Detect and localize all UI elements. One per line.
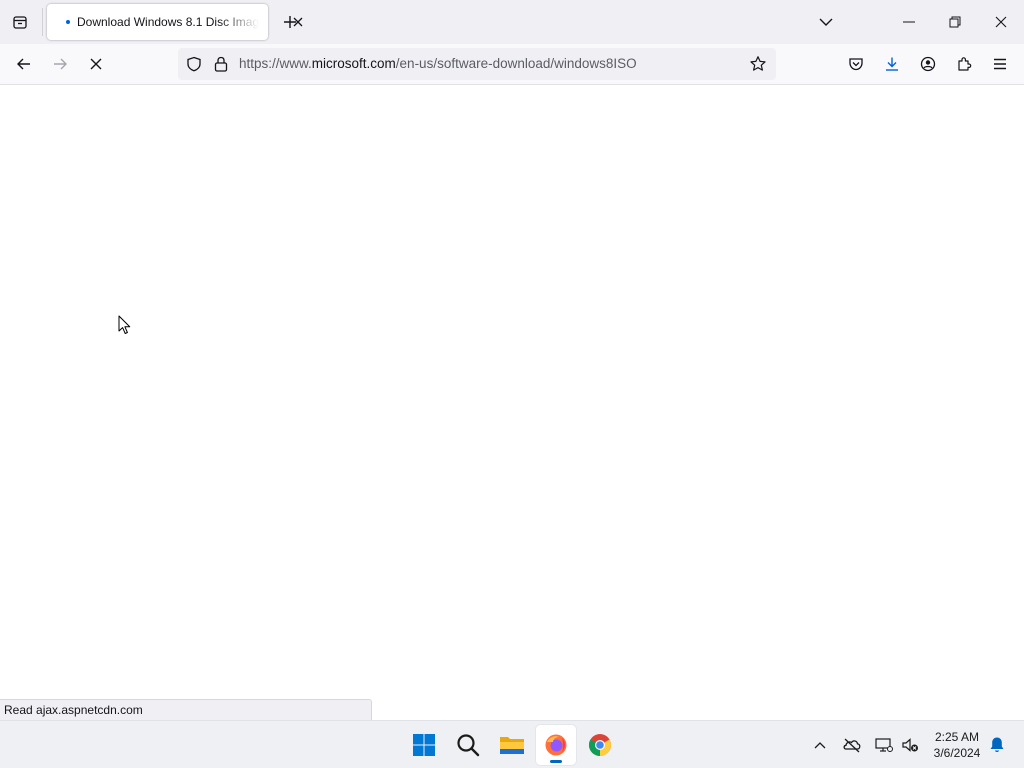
forward-icon bbox=[54, 58, 67, 70]
status-panel: Read ajax.aspnetcdn.com bbox=[0, 699, 372, 720]
restore-window-button[interactable] bbox=[932, 0, 978, 44]
url-domain: microsoft.com bbox=[311, 56, 396, 71]
search-icon bbox=[457, 734, 480, 757]
tab-strip: Download Windows 8.1 Disc Image (ISO Fil… bbox=[0, 0, 1024, 44]
minimize-icon bbox=[903, 21, 915, 23]
restore-icon bbox=[949, 16, 961, 28]
notification-bell-icon[interactable] bbox=[985, 733, 1009, 757]
mouse-cursor-icon bbox=[118, 315, 132, 335]
clock-time: 2:25 AM bbox=[934, 730, 980, 744]
firefox-icon bbox=[545, 734, 567, 756]
file-explorer-icon bbox=[500, 737, 524, 754]
tab-title: Download Windows 8.1 Disc Image (ISO Fil… bbox=[77, 15, 259, 29]
page-content bbox=[0, 85, 1024, 720]
download-icon bbox=[886, 57, 898, 71]
plus-icon bbox=[284, 16, 296, 28]
navigation-toolbar: https://www.microsoft.com/en-us/software… bbox=[0, 44, 1024, 85]
stop-icon bbox=[90, 58, 102, 70]
url-prefix: https://www. bbox=[239, 56, 312, 71]
windows-start-icon bbox=[413, 734, 435, 756]
chrome-icon bbox=[589, 734, 611, 756]
shield-icon[interactable] bbox=[182, 52, 206, 76]
star-icon[interactable] bbox=[746, 52, 770, 76]
volume-muted-icon[interactable] bbox=[898, 733, 922, 757]
chrome-taskbar-button[interactable] bbox=[580, 725, 620, 765]
back-button[interactable] bbox=[8, 48, 40, 80]
app-menu-button[interactable] bbox=[984, 48, 1016, 80]
tab-active[interactable]: Download Windows 8.1 Disc Image (ISO Fil… bbox=[47, 4, 303, 40]
firefox-taskbar-button[interactable] bbox=[536, 725, 576, 765]
account-button[interactable] bbox=[912, 48, 944, 80]
downloads-button[interactable] bbox=[876, 48, 908, 80]
account-icon bbox=[920, 56, 936, 72]
menu-icon bbox=[994, 58, 1006, 70]
onedrive-offline-icon[interactable] bbox=[840, 733, 864, 757]
address-bar[interactable]: https://www.microsoft.com/en-us/software… bbox=[178, 48, 776, 80]
close-icon bbox=[995, 16, 1007, 28]
list-all-tabs-button[interactable] bbox=[812, 8, 840, 36]
windows-start-button[interactable] bbox=[404, 725, 444, 765]
pocket-icon bbox=[849, 58, 863, 71]
tab-divider bbox=[42, 8, 43, 36]
firefox-view-icon[interactable] bbox=[4, 6, 36, 38]
clock-date: 3/6/2024 bbox=[933, 746, 981, 760]
close-window-button[interactable] bbox=[978, 0, 1024, 44]
lock-icon[interactable] bbox=[210, 52, 232, 76]
minimize-window-button[interactable] bbox=[886, 0, 932, 44]
stop-loading-button[interactable] bbox=[80, 48, 112, 80]
chevron-down-icon bbox=[819, 18, 833, 26]
extensions-icon bbox=[958, 57, 972, 71]
url-text[interactable]: https://www.microsoft.com/en-us/software… bbox=[239, 48, 637, 80]
tab-loading-icon bbox=[66, 20, 70, 24]
network-icon[interactable] bbox=[872, 733, 896, 757]
file-explorer-button[interactable] bbox=[492, 725, 532, 765]
new-tab-button[interactable] bbox=[276, 8, 304, 36]
taskbar: 2:25 AM 3/6/2024 bbox=[0, 720, 1024, 768]
extensions-button[interactable] bbox=[948, 48, 980, 80]
taskbar-clock[interactable]: 2:25 AM 3/6/2024 bbox=[924, 729, 990, 761]
pocket-button[interactable] bbox=[840, 48, 872, 80]
taskbar-search-button[interactable] bbox=[448, 725, 488, 765]
url-path: /en-us/software-download/windows8ISO bbox=[395, 56, 637, 71]
forward-button[interactable] bbox=[44, 48, 76, 80]
back-icon bbox=[17, 58, 30, 70]
active-app-indicator bbox=[550, 760, 562, 763]
chevron-up-icon bbox=[814, 742, 826, 749]
show-hidden-icons-button[interactable] bbox=[808, 733, 832, 757]
